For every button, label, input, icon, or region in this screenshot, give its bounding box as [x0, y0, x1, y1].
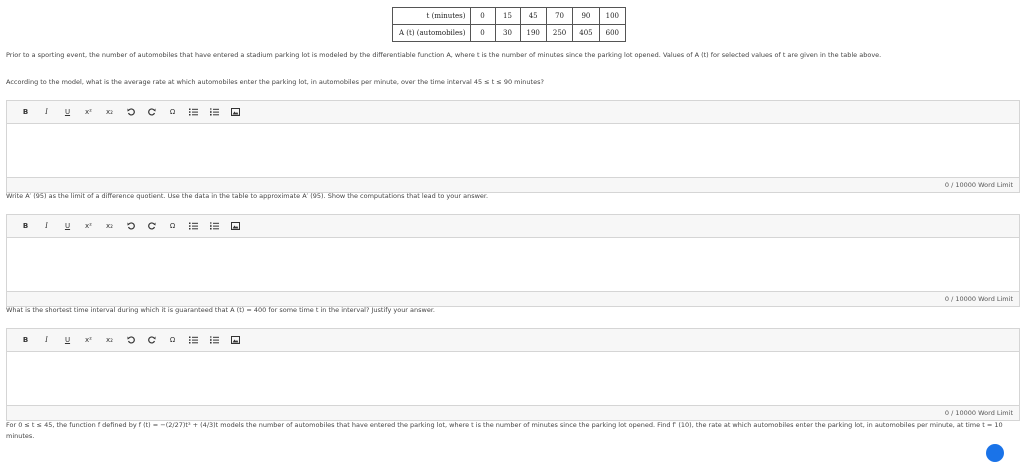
underline-button[interactable]: U	[57, 219, 78, 233]
question-text: Write A′ (95) as the limit of a differen…	[6, 192, 489, 200]
table-cell: 70	[545, 7, 574, 25]
undo-icon[interactable]	[120, 333, 141, 347]
table-cell: 45	[519, 7, 547, 25]
answer-textarea[interactable]	[7, 238, 1019, 291]
editor-toolbar: B I U x² x₂ Ω	[7, 329, 1019, 352]
table-cell: 15	[494, 7, 521, 25]
special-char-button[interactable]: Ω	[162, 219, 183, 233]
word-limit: 0 / 10000 Word Limit	[7, 291, 1019, 306]
bullet-list-icon[interactable]	[183, 105, 204, 119]
table-cell: 600	[598, 24, 627, 42]
answer-editor: B I U x² x₂ Ω 0 / 10000 Word Limit	[6, 100, 1020, 193]
table-cell: 0	[469, 7, 496, 25]
undo-icon[interactable]	[120, 219, 141, 233]
intro-text: Prior to a sporting event, the number of…	[6, 51, 882, 59]
bullet-list-icon[interactable]	[183, 219, 204, 233]
answer-editor: B I U x² x₂ Ω 0 / 10000 Word Limit	[6, 214, 1020, 307]
underline-button[interactable]: U	[57, 333, 78, 347]
row-label-a: A (t) (automobiles)	[392, 24, 471, 42]
subscript-button[interactable]: x₂	[99, 333, 120, 347]
image-icon[interactable]	[225, 105, 246, 119]
table-cell: 190	[519, 24, 547, 42]
subscript-button[interactable]: x₂	[99, 219, 120, 233]
superscript-button[interactable]: x²	[78, 105, 99, 119]
table-cell: 250	[545, 24, 574, 42]
redo-icon[interactable]	[141, 333, 162, 347]
redo-icon[interactable]	[141, 105, 162, 119]
help-button[interactable]	[986, 444, 1004, 462]
table-cell: 30	[494, 24, 521, 42]
table-row: A (t) (automobiles) 0 30 190 250 405 600	[392, 24, 627, 42]
answer-textarea[interactable]	[7, 352, 1019, 405]
subscript-button[interactable]: x₂	[99, 105, 120, 119]
italic-button[interactable]: I	[36, 105, 57, 119]
bold-button[interactable]: B	[15, 333, 36, 347]
answer-editor: B I U x² x₂ Ω 0 / 10000 Word Limit	[6, 328, 1020, 421]
numbered-list-icon[interactable]	[204, 219, 225, 233]
italic-button[interactable]: I	[36, 333, 57, 347]
bold-button[interactable]: B	[15, 105, 36, 119]
question-text: What is the shortest time interval durin…	[6, 306, 435, 314]
editor-toolbar: B I U x² x₂ Ω	[7, 215, 1019, 238]
answer-textarea[interactable]	[7, 124, 1019, 177]
numbered-list-icon[interactable]	[204, 105, 225, 119]
table-cell: 0	[469, 24, 496, 42]
image-icon[interactable]	[225, 219, 246, 233]
superscript-button[interactable]: x²	[78, 219, 99, 233]
word-limit: 0 / 10000 Word Limit	[7, 177, 1019, 192]
superscript-button[interactable]: x²	[78, 333, 99, 347]
numbered-list-icon[interactable]	[204, 333, 225, 347]
special-char-button[interactable]: Ω	[162, 105, 183, 119]
table-cell: 405	[572, 24, 600, 42]
table-cell: 100	[598, 7, 627, 25]
table-cell: 90	[572, 7, 600, 25]
row-label-t: t (minutes)	[392, 7, 471, 25]
table-row: t (minutes) 0 15 45 70 90 100	[392, 7, 627, 25]
data-table: t (minutes) 0 15 45 70 90 100 A (t) (aut…	[392, 7, 627, 42]
word-limit: 0 / 10000 Word Limit	[7, 405, 1019, 420]
italic-button[interactable]: I	[36, 219, 57, 233]
question-text: For 0 ≤ t ≤ 45, the function f defined b…	[6, 421, 1003, 440]
undo-icon[interactable]	[120, 105, 141, 119]
underline-button[interactable]: U	[57, 105, 78, 119]
bullet-list-icon[interactable]	[183, 333, 204, 347]
special-char-button[interactable]: Ω	[162, 333, 183, 347]
redo-icon[interactable]	[141, 219, 162, 233]
question-text: According to the model, what is the aver…	[6, 78, 544, 86]
editor-toolbar: B I U x² x₂ Ω	[7, 101, 1019, 124]
image-icon[interactable]	[225, 333, 246, 347]
bold-button[interactable]: B	[15, 219, 36, 233]
